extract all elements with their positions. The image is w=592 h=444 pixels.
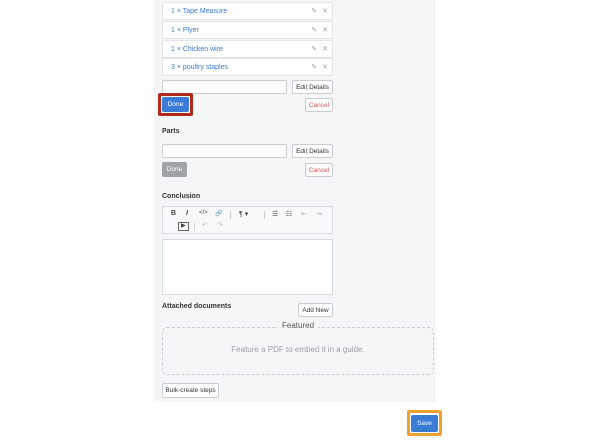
featured-hint-text: Feature a PDF to embed it in a guide. — [231, 345, 365, 354]
list-item[interactable]: 3 × poultry staples ✎ ✕ — [162, 58, 333, 76]
bulk-create-steps-button[interactable]: Bulk-create steps — [162, 383, 219, 398]
conclusion-heading: Conclusion — [162, 193, 201, 200]
bullet-list-icon[interactable]: ☰ — [272, 210, 278, 218]
bold-icon[interactable]: B — [171, 210, 176, 217]
conclusion-editor[interactable] — [162, 239, 333, 295]
paragraph-format-dropdown[interactable]: ¶ ▾ — [239, 210, 248, 218]
undo-icon[interactable]: ↶ — [202, 221, 208, 229]
save-button[interactable]: Save — [411, 415, 438, 432]
tools-input[interactable] — [162, 80, 287, 94]
pencil-icon[interactable]: ✎ — [311, 63, 317, 71]
attached-documents-heading: Attached documents — [162, 303, 232, 310]
video-embed-icon[interactable]: ▶ — [178, 222, 189, 231]
code-icon[interactable]: </> — [199, 210, 208, 216]
pencil-icon[interactable]: ✎ — [311, 45, 317, 53]
indent-icon[interactable]: ⇥ — [316, 210, 322, 218]
list-item[interactable]: 1 × Chicken wire ✎ ✕ — [162, 40, 333, 58]
close-icon[interactable]: ✕ — [322, 26, 328, 34]
parts-cancel-button[interactable]: Cancel — [305, 163, 333, 177]
list-item-label[interactable]: 1 × Plyer — [171, 27, 199, 34]
list-item-label[interactable]: 3 × poultry staples — [171, 64, 228, 71]
toolbar-divider — [264, 211, 265, 219]
list-item-label[interactable]: 1 × Tape Measure — [171, 8, 227, 15]
tools-edit-details-button[interactable]: Edit Details — [292, 80, 333, 94]
italic-icon[interactable]: I — [186, 210, 188, 217]
numbered-list-icon[interactable]: ☷ — [286, 210, 292, 218]
add-new-button[interactable]: Add New — [298, 303, 333, 317]
pencil-icon[interactable]: ✎ — [311, 26, 317, 34]
list-item[interactable]: 1 × Plyer ✎ ✕ — [162, 21, 333, 39]
redo-icon[interactable]: ↷ — [217, 221, 223, 229]
parts-done-button[interactable]: Done — [162, 162, 187, 177]
tools-cancel-button[interactable]: Cancel — [305, 98, 333, 112]
parts-input[interactable] — [162, 144, 287, 158]
list-item-label[interactable]: 1 × Chicken wire — [171, 46, 223, 53]
toolbar-divider — [230, 211, 231, 219]
outdent-icon[interactable]: ⇤ — [301, 210, 307, 218]
featured-title: Featured — [278, 321, 319, 330]
parts-edit-details-button[interactable]: Edit Details — [292, 144, 333, 158]
parts-heading: Parts — [162, 128, 180, 135]
tools-done-button[interactable]: Done — [162, 97, 189, 112]
toolbar-divider — [194, 223, 195, 231]
close-icon[interactable]: ✕ — [322, 45, 328, 53]
link-icon[interactable]: 🔗 — [215, 210, 222, 217]
pencil-icon[interactable]: ✎ — [311, 7, 317, 15]
list-item[interactable]: 1 × Tape Measure ✎ ✕ — [162, 2, 333, 20]
close-icon[interactable]: ✕ — [322, 63, 328, 71]
close-icon[interactable]: ✕ — [322, 7, 328, 15]
